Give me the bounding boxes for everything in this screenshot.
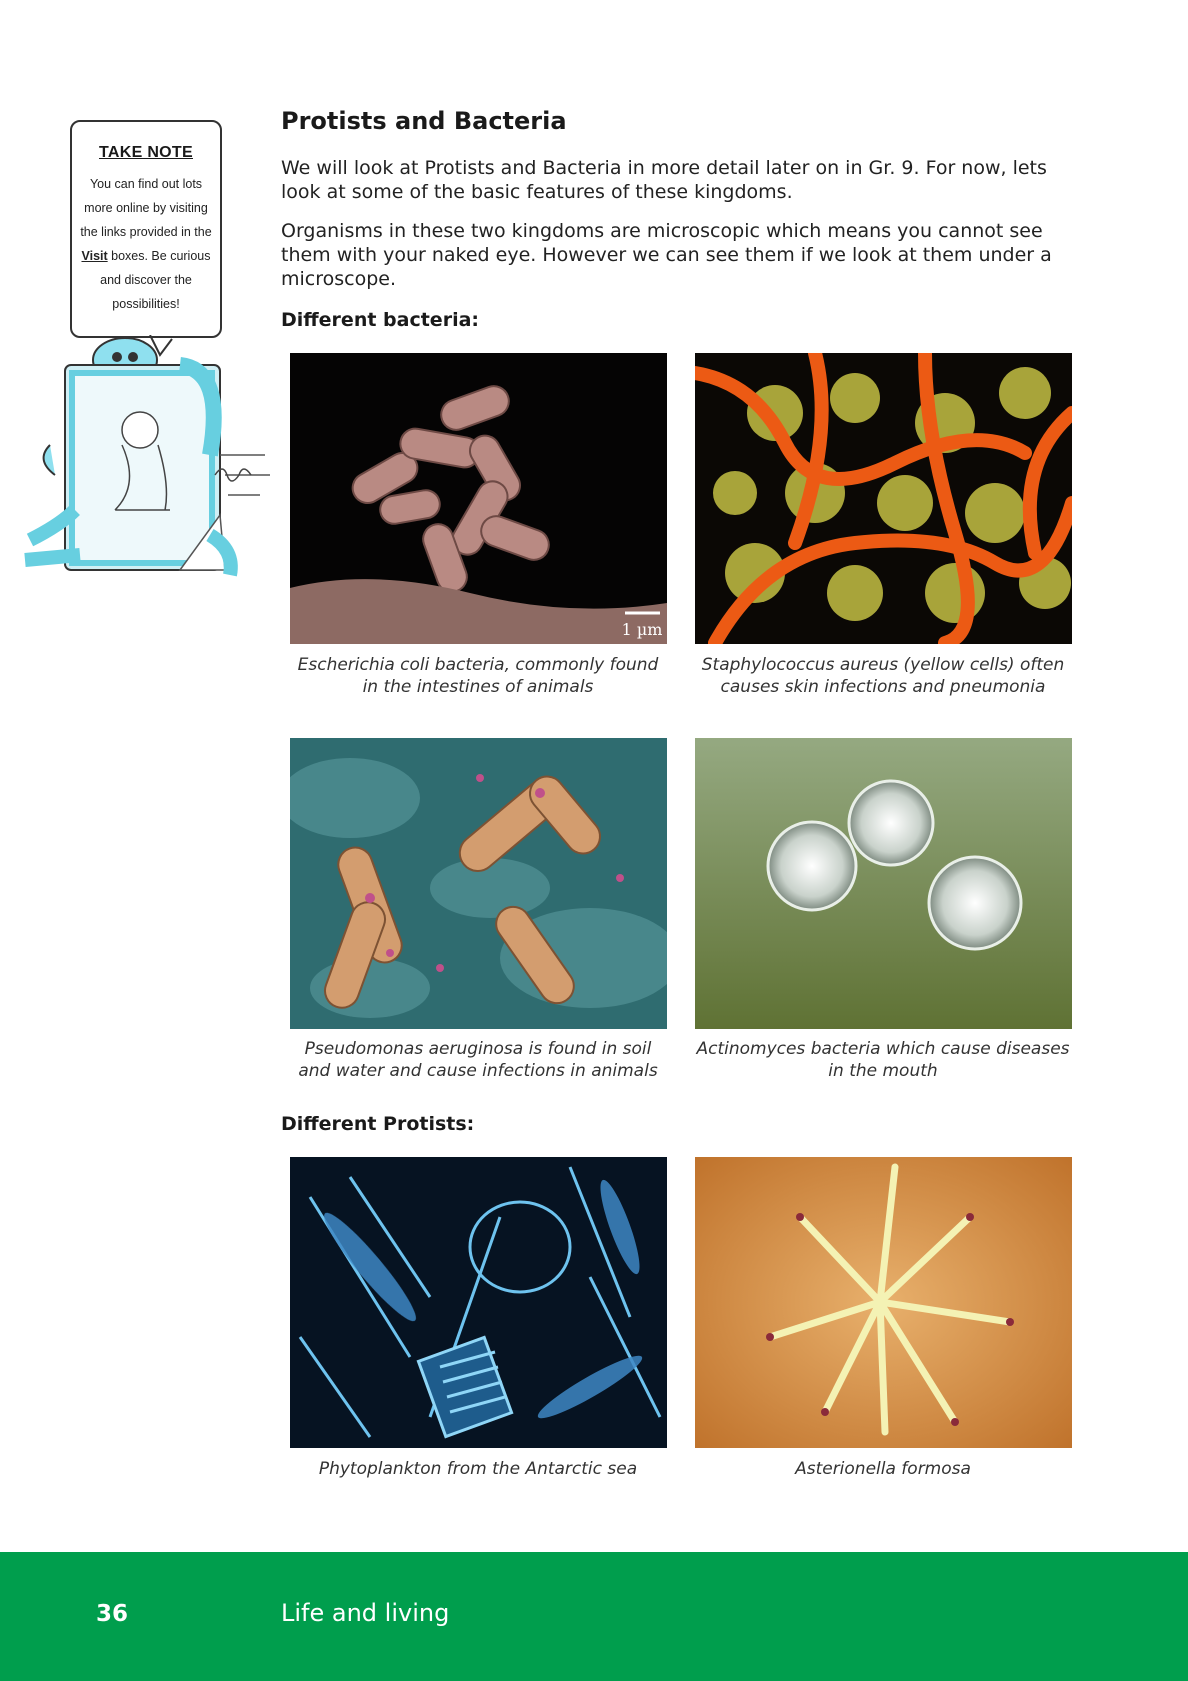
intro-paragraph: We will look at Protists and Bacteria in… [281,157,1047,203]
take-note-line: Visit boxes. Be curious [80,244,212,268]
page-footer-bar [0,1552,1188,1681]
phytoplankton-photo [290,1157,667,1448]
take-note-line: You can find out lots [89,177,203,191]
microscopic-paragraph: Organisms in these two kingdoms are micr… [281,220,1052,290]
ecoli-photo: 1 µm [290,353,667,644]
asterionella-caption: Asterionella formosa [795,1459,971,1479]
take-note-line: possibilities! [112,297,180,311]
caption-line: in the mouth [828,1061,938,1081]
take-note-line: more online by visiting [84,201,208,215]
pseudomonas-photo [290,738,667,1029]
asterionella-photo [695,1157,1072,1448]
bacteria-subheading: Different bacteria: [281,309,479,331]
take-note-title: TAKE NOTE [99,144,193,161]
ecoli-caption: Escherichia coli bacteria, commonly foun… [278,654,678,698]
section-heading: Protists and Bacteria [281,107,567,135]
take-note-box: TAKE NOTE You can find out lots more onl… [70,120,222,338]
phytoplankton-caption: Phytoplankton from the Antarctic sea [318,1459,638,1479]
take-note-line-rest: boxes. Be curious [107,249,211,263]
take-note-line: the links provided in the [80,225,212,239]
protists-subheading: Different Protists: [281,1113,475,1135]
caption-line: in the intestines of animals [362,677,594,697]
staphylococcus-caption: Staphylococcus aureus (yellow cells) oft… [683,654,1083,698]
robot-cartoon-illustration [20,334,275,620]
caption-line: Actinomyces bacteria which cause disease… [696,1039,1070,1059]
take-note-line: and discover the [100,273,192,287]
page-number: 36 [96,1601,129,1627]
caption-line: Pseudomonas aeruginosa is found in soil [304,1039,652,1059]
caption-line: Staphylococcus aureus (yellow cells) oft… [701,655,1065,675]
staphylococcus-photo [695,353,1072,644]
visit-word: Visit [81,249,108,263]
scale-bar-label: 1 µm [622,620,663,639]
caption-line: Escherichia coli bacteria, commonly foun… [297,655,659,675]
caption-line: and water and cause infections in animal… [298,1061,658,1081]
actinomyces-caption: Actinomyces bacteria which cause disease… [678,1038,1088,1082]
pseudomonas-caption: Pseudomonas aeruginosa is found in soil … [278,1038,678,1082]
actinomyces-photo [695,738,1072,1029]
caption-line: causes skin infections and pneumonia [720,677,1046,697]
take-note-body: You can find out lots more online by vis… [80,172,212,316]
chapter-title: Life and living [281,1599,450,1627]
